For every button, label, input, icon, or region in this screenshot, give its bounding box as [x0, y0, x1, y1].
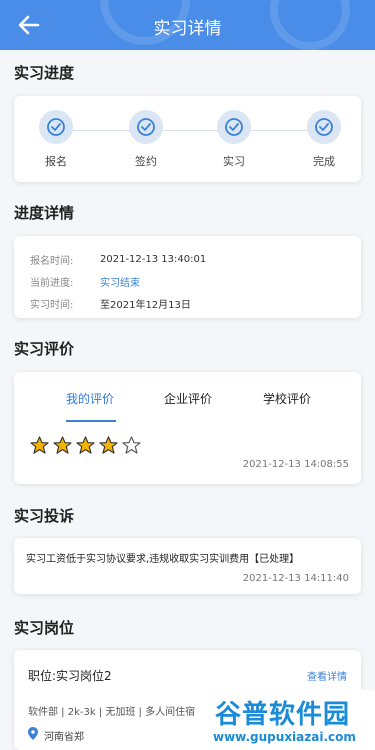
progress-step-label: 签约: [135, 155, 157, 168]
progress-status-link[interactable]: 实习结束: [100, 274, 140, 289]
detail-row-signup-time: 报名时间: 2021-12-13 13:40:01: [14, 248, 361, 270]
star-rating: [30, 436, 141, 455]
evaluation-section-title: 实习评价: [14, 340, 75, 358]
complaint-card[interactable]: 实习工资低于实习协议要求,违规收取实习实训费用【已处理】 2021-12-13 …: [14, 538, 361, 594]
detail-value: 2021-12-13 13:40:01: [100, 253, 207, 265]
star-filled-icon: [99, 436, 118, 455]
progress-card: 报名 签约 实习 完成: [14, 96, 361, 182]
star-filled-icon: [30, 436, 49, 455]
detail-key: 报名时间:: [30, 255, 74, 267]
position-section-title: 实习岗位: [14, 619, 75, 637]
evaluation-time: 2021-12-13 14:08:55: [242, 459, 349, 470]
watermark: 谷普软件园 www.gupuxiazai.com: [205, 690, 375, 750]
progress-step-label: 完成: [313, 155, 335, 168]
progress-step-label: 实习: [223, 155, 245, 168]
top-bar: 实习详情: [0, 0, 375, 50]
tab-school-evaluation[interactable]: 学校评价: [263, 390, 311, 407]
progress-step-label: 报名: [45, 155, 67, 168]
check-circle-icon: [217, 110, 251, 144]
location-pin-icon: [28, 727, 38, 743]
details-card: 报名时间: 2021-12-13 13:40:01 当前进度: 实习结束 实习时…: [14, 236, 361, 318]
check-circle-icon: [129, 110, 163, 144]
star-empty-icon: [122, 436, 141, 455]
watermark-logo-text: 谷普软件园: [215, 700, 351, 730]
progress-step-internship: 实习: [204, 110, 264, 169]
page-title: 实习详情: [153, 19, 222, 39]
complaint-text: 实习工资低于实习协议要求,违规收取实习实训费用【已处理】: [26, 554, 300, 565]
detail-key: 当前进度:: [30, 277, 74, 289]
active-tab-indicator: [66, 420, 116, 422]
location-text: 河南省郑: [44, 731, 84, 743]
progress-step-complete: 完成: [294, 110, 354, 169]
star-filled-icon: [76, 436, 95, 455]
watermark-url: www.gupuxiazai.com: [213, 730, 356, 744]
progress-line: [56, 130, 319, 131]
position-location: 河南省郑: [28, 727, 84, 743]
check-circle-icon: [39, 110, 73, 144]
position-tags: 软件部 | 2k-3k | 无加班 | 多人间住宿: [28, 707, 196, 718]
evaluation-card: 我的评价 企业评价 学校评价 2021-12-13 14:08:55: [14, 372, 361, 484]
view-details-link[interactable]: 查看详情: [307, 668, 347, 683]
star-filled-icon: [53, 436, 72, 455]
position-title: 职位:实习岗位2: [28, 669, 112, 683]
check-circle-icon: [307, 110, 341, 144]
progress-step-contract: 签约: [116, 110, 176, 169]
detail-row-current-progress: 当前进度: 实习结束: [14, 270, 361, 292]
evaluation-tabs: 我的评价 企业评价 学校评价: [14, 390, 361, 420]
progress-section-title: 实习进度: [14, 64, 75, 82]
tab-my-evaluation[interactable]: 我的评价: [66, 390, 114, 407]
progress-step-signup: 报名: [26, 110, 86, 169]
details-section-title: 进度详情: [14, 204, 75, 222]
complaint-section-title: 实习投诉: [14, 507, 75, 525]
detail-row-internship-time: 实习时间: 至2021年12月13日: [14, 292, 361, 314]
tab-company-evaluation[interactable]: 企业评价: [164, 390, 212, 407]
detail-key: 实习时间:: [30, 299, 74, 311]
complaint-time: 2021-12-13 14:11:40: [242, 573, 349, 584]
detail-value: 至2021年12月13日: [100, 299, 191, 311]
